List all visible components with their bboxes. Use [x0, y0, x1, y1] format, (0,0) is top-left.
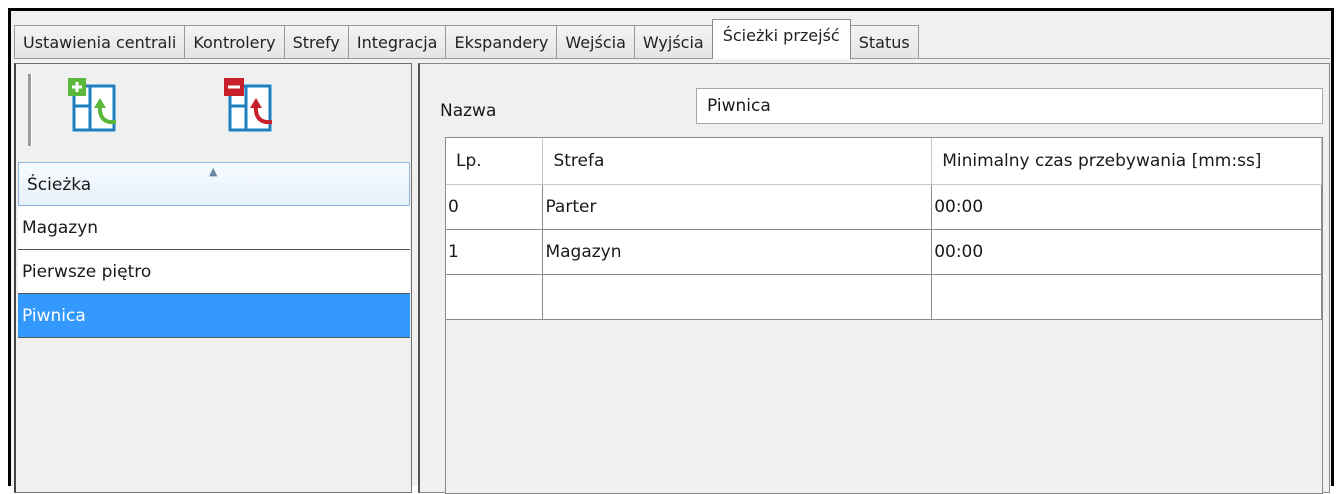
remove-path-button[interactable] [222, 76, 278, 136]
cell-zone[interactable]: Magazyn [542, 228, 933, 275]
cell-zone[interactable] [542, 273, 933, 320]
path-column-header[interactable]: ▲ Ścieżka [18, 162, 410, 206]
column-header-zone[interactable]: Strefa [542, 138, 933, 185]
cell-number[interactable]: 1 [446, 228, 544, 275]
column-header-number[interactable]: Lp. [446, 138, 544, 185]
tab-outputs[interactable]: Wyjścia [633, 25, 713, 59]
list-item[interactable]: Piwnica [18, 294, 410, 338]
cell-min-time[interactable] [931, 273, 1322, 320]
tab-bar: Ustawienia centrali Kontrolery Strefy In… [14, 19, 919, 59]
tab-zones[interactable]: Strefy [283, 25, 349, 59]
add-path-icon [68, 78, 117, 132]
path-toolbar [16, 64, 411, 160]
tab-panel-settings[interactable]: Ustawienia centrali [14, 25, 186, 59]
cell-min-time[interactable]: 00:00 [931, 228, 1322, 275]
list-item[interactable]: Pierwsze piętro [18, 250, 410, 294]
tab-status[interactable]: Status [849, 25, 919, 59]
path-list-pane: ▲ Ścieżka Magazyn Pierwsze piętro Piwnic… [14, 63, 412, 493]
table-header-row: Lp. Strefa Minimalny czas przebywania [m… [446, 138, 1322, 185]
cell-zone[interactable]: Parter [542, 183, 933, 230]
list-item[interactable]: Magazyn [18, 206, 410, 250]
cell-min-time[interactable]: 00:00 [931, 183, 1322, 230]
zones-table: Lp. Strefa Minimalny czas przebywania [m… [446, 138, 1322, 320]
tab-divider [14, 58, 1330, 59]
path-list: Magazyn Pierwsze piętro Piwnica [18, 206, 410, 338]
path-detail-pane: Nazwa Piwnica Lp. Strefa Minimalny czas … [418, 63, 1330, 494]
add-path-button[interactable] [66, 76, 122, 136]
path-column-label: Ścieżka [27, 175, 92, 195]
cell-number[interactable] [446, 273, 544, 320]
table-row[interactable]: 0 Parter 00:00 [446, 183, 1322, 230]
toolbar-grip [28, 74, 32, 146]
tab-expanders[interactable]: Ekspandery [445, 25, 558, 59]
table-row-new[interactable] [446, 273, 1322, 320]
sort-ascending-icon: ▲ [209, 165, 218, 178]
zones-grid: Lp. Strefa Minimalny czas przebywania [m… [445, 137, 1323, 494]
tab-controllers[interactable]: Kontrolery [184, 25, 285, 59]
name-label: Nazwa [440, 101, 497, 121]
tab-passage-paths[interactable]: Ścieżki przejść [711, 19, 851, 59]
tab-inputs[interactable]: Wejścia [556, 25, 635, 59]
table-row[interactable]: 1 Magazyn 00:00 [446, 228, 1322, 275]
tab-integration[interactable]: Integracja [347, 25, 447, 59]
name-field[interactable]: Piwnica [696, 88, 1323, 124]
remove-path-icon [224, 78, 273, 132]
column-header-min-time[interactable]: Minimalny czas przebywania [mm:ss] [931, 138, 1322, 185]
cell-number[interactable]: 0 [446, 183, 544, 230]
